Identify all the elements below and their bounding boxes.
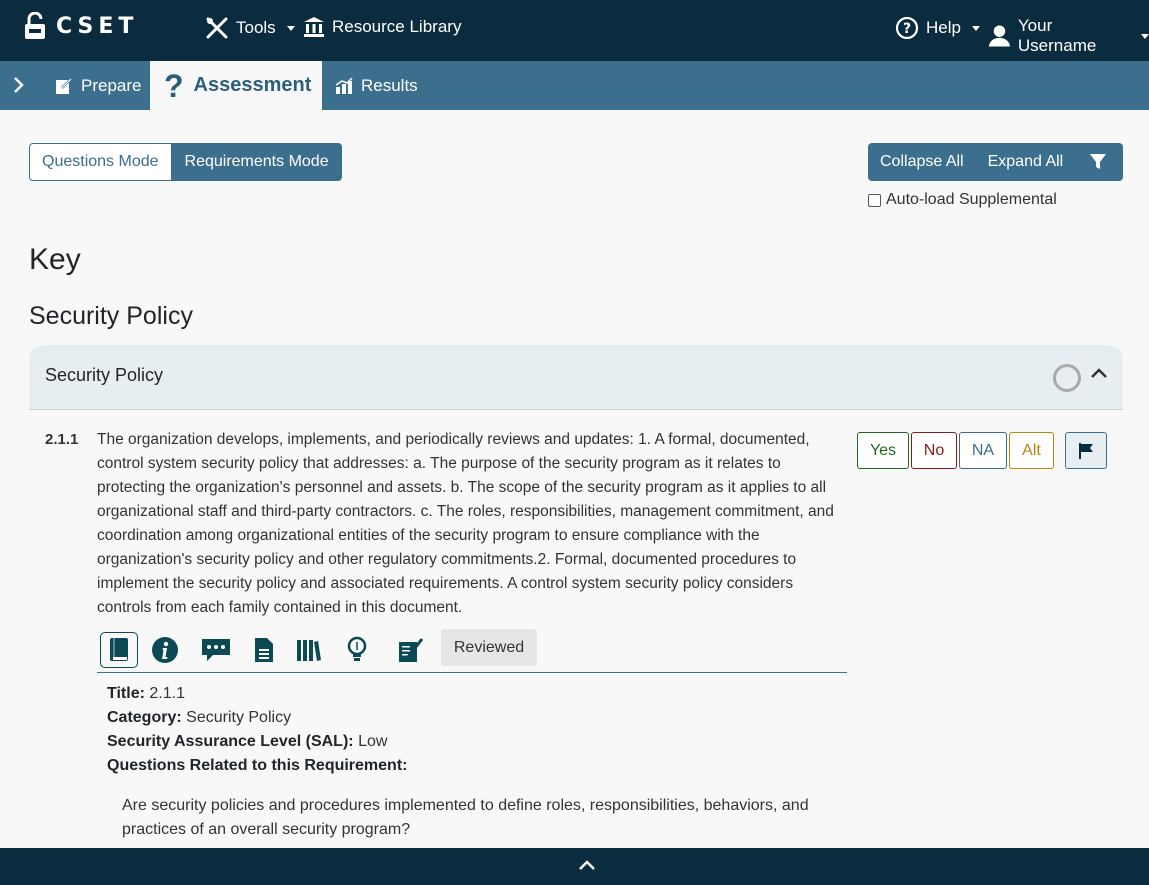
section-heading: Security Policy	[29, 302, 193, 330]
tools-icon	[206, 17, 228, 39]
related-question: Are security policies and procedures imp…	[122, 797, 809, 838]
tab-assessment[interactable]: ? Assessment	[150, 61, 322, 110]
reviewed-button[interactable]: Reviewed	[441, 629, 537, 666]
top-navbar: CSET Tools Resource Library ? Help Your …	[0, 0, 1149, 61]
comment-icon	[202, 639, 230, 661]
chevron-right-icon[interactable]	[12, 75, 26, 95]
detail-title-label: Title:	[107, 685, 145, 702]
tab-prepare[interactable]: Prepare	[55, 76, 141, 96]
resource-library-label: Resource Library	[332, 17, 462, 36]
question-mark-icon: ?	[164, 67, 184, 104]
cset-logo[interactable]: CSET	[24, 12, 138, 40]
progress-ring-icon	[1053, 364, 1081, 392]
requirement-number: 2.1.1	[45, 431, 79, 448]
detail-related-label: Questions Related to this Requirement:	[107, 757, 408, 774]
documents-tool[interactable]	[245, 632, 283, 668]
detail-sal-value: Low	[358, 733, 388, 750]
chevron-down-icon	[286, 25, 295, 31]
svg-text:?: ?	[903, 21, 911, 37]
document-icon	[255, 638, 273, 662]
chevron-down-icon	[1141, 33, 1149, 39]
expand-all-button[interactable]: Expand All	[976, 153, 1076, 171]
category-accordion-header[interactable]: Security Policy	[29, 345, 1123, 410]
tab-assessment-label: Assessment	[193, 74, 312, 96]
mode-toggle: Questions Mode Requirements Mode	[29, 143, 342, 181]
key-heading: Key	[29, 243, 81, 276]
answer-alt-button[interactable]: Alt	[1009, 432, 1054, 469]
chevron-up-icon[interactable]	[1089, 366, 1109, 380]
info-icon	[152, 637, 178, 663]
bar-chart-icon	[335, 78, 353, 94]
padlock-icon	[25, 12, 45, 39]
chevron-up-icon[interactable]	[578, 858, 596, 872]
lightbulb-icon	[347, 636, 367, 661]
detail-sal-label: Security Assurance Level (SAL):	[107, 733, 354, 750]
detail-category: Category: Security Policy	[107, 709, 291, 727]
tab-results[interactable]: Results	[335, 76, 418, 96]
user-menu[interactable]: Your Username	[988, 16, 1149, 56]
logo-text: CSET	[56, 13, 139, 39]
help-label: Help	[926, 18, 961, 37]
autoload-supplemental[interactable]: Auto-load Supplemental	[868, 191, 1057, 209]
tab-results-label: Results	[361, 76, 418, 95]
detail-category-value: Security Policy	[186, 709, 292, 726]
user-icon	[988, 25, 1010, 47]
detail-category-label: Category:	[107, 709, 182, 726]
flag-button[interactable]	[1065, 432, 1107, 469]
detail-related: Questions Related to this Requirement:	[107, 757, 407, 775]
requirements-mode-button[interactable]: Requirements Mode	[171, 143, 342, 181]
autoload-checkbox[interactable]	[868, 193, 881, 207]
supplemental-tool[interactable]	[100, 632, 138, 668]
detail-title: Title: 2.1.1	[107, 685, 185, 703]
details-tool[interactable]	[146, 632, 184, 668]
book-icon	[110, 638, 128, 661]
detail-sal: Security Assurance Level (SAL): Low	[107, 733, 387, 751]
edit-document-icon	[56, 78, 72, 94]
help-circle-icon: ?	[895, 16, 919, 40]
answer-yes-button[interactable]: Yes	[857, 432, 909, 469]
answer-na-button[interactable]: NA	[959, 432, 1007, 469]
review-notes-tool[interactable]	[392, 632, 430, 668]
category-title: Security Policy	[45, 365, 164, 385]
expand-collapse-group: Collapse All Expand All	[868, 143, 1123, 181]
collapse-all-button[interactable]: Collapse All	[868, 153, 976, 171]
flag-icon	[1079, 442, 1093, 459]
answer-no-button[interactable]: No	[911, 432, 957, 469]
references-tool[interactable]	[290, 632, 328, 668]
chevron-down-icon	[971, 25, 980, 31]
bottom-bar	[0, 848, 1149, 885]
username-label: Your Username	[1017, 16, 1097, 55]
resource-library-link[interactable]: Resource Library	[303, 16, 461, 38]
requirement-tools-bar: Reviewed	[97, 629, 847, 673]
library-building-icon	[304, 17, 324, 37]
workflow-navbar: Prepare ? Assessment Results	[0, 61, 1149, 110]
observations-tool[interactable]	[338, 632, 376, 668]
tools-menu[interactable]: Tools	[205, 16, 295, 40]
questions-mode-button[interactable]: Questions Mode	[29, 143, 172, 181]
filter-icon[interactable]	[1089, 153, 1107, 171]
library-books-icon	[297, 640, 321, 661]
detail-title-value: 2.1.1	[149, 685, 185, 702]
tab-prepare-label: Prepare	[81, 76, 142, 95]
autoload-label: Auto-load Supplemental	[886, 191, 1057, 208]
requirement-text: The organization develops, implements, a…	[97, 431, 834, 616]
comments-tool[interactable]	[197, 632, 235, 668]
tools-label: Tools	[236, 18, 276, 37]
edit-note-icon	[399, 638, 424, 662]
help-menu[interactable]: ? Help	[895, 16, 980, 40]
